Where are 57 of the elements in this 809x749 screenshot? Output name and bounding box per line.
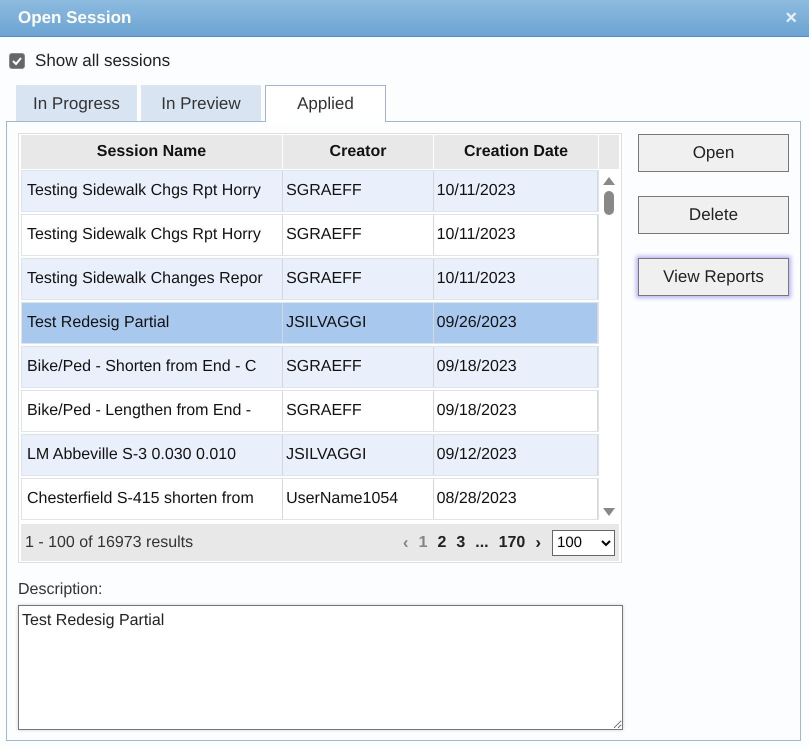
table-cell: LM Abbeville S-3 0.030 0.010 — [22, 435, 284, 475]
table-cell: 10/11/2023 — [434, 171, 598, 211]
results-summary: 1 - 100 of 16973 results — [25, 534, 194, 552]
session-row[interactable]: LM Abbeville S-3 0.030 0.010 JSILVAGGI 09/12/2023 — [21, 434, 599, 476]
table-cell: UserName1054 — [283, 479, 434, 519]
table-cell: JSILVAGGI — [283, 303, 434, 343]
table-cell: 08/28/2023 — [434, 479, 598, 519]
action-button[interactable]: Open — [638, 134, 789, 172]
table-cell: Testing Sidewalk Chgs Rpt Horry — [22, 171, 284, 211]
table-cell: SGRAEFF — [283, 215, 434, 255]
scroll-up-icon[interactable] — [603, 177, 615, 185]
scroll-down-icon[interactable] — [603, 508, 615, 516]
page-link[interactable]: 2 — [432, 534, 452, 552]
page-link[interactable]: 170 — [494, 534, 530, 552]
table-cell: SGRAEFF — [283, 391, 434, 431]
scrollbar-thumb[interactable] — [604, 191, 614, 215]
session-row[interactable]: Test Redesig Partial JSILVAGGI 09/26/2023 — [21, 302, 599, 344]
session-row[interactable]: Testing Sidewalk Changes Repor SGRAEFF 10/11/2023 — [21, 258, 599, 300]
column-header[interactable]: Creator — [283, 135, 434, 169]
table-cell: Testing Sidewalk Chgs Rpt Horry — [22, 215, 284, 255]
session-row[interactable]: Chesterfield S-415 shorten from UserName1054 08/28/2023 — [21, 478, 599, 520]
page-link[interactable]: 3 — [451, 534, 470, 552]
table-cell: 09/26/2023 — [434, 303, 598, 343]
table-cell: Chesterfield S-415 shorten from — [22, 479, 284, 519]
column-header[interactable]: Session Name — [21, 135, 283, 169]
next-page-button[interactable]: › — [530, 532, 546, 552]
session-row[interactable]: Bike/Ped - Shorten from End - C SGRAEFF 09/18/2023 — [21, 346, 599, 388]
show-all-checkbox[interactable] — [9, 53, 25, 69]
description-field[interactable]: Test Redesig Partial — [18, 605, 623, 730]
table-cell: 09/12/2023 — [434, 435, 598, 475]
table-cell: Bike/Ped - Shorten from End - C — [22, 347, 284, 387]
check-icon — [11, 55, 23, 67]
column-header[interactable]: Creation Date — [434, 135, 599, 169]
table-cell: 10/11/2023 — [434, 259, 598, 299]
action-button[interactable]: View Reports — [638, 258, 789, 296]
description-label: Description: — [18, 581, 104, 599]
tab[interactable]: In Progress — [16, 85, 137, 121]
table-cell: SGRAEFF — [283, 347, 434, 387]
action-button[interactable]: Delete — [638, 196, 789, 234]
page-link[interactable]: ... — [470, 534, 494, 552]
table-cell: 10/11/2023 — [434, 215, 598, 255]
table-cell: SGRAEFF — [283, 259, 434, 299]
tab[interactable]: Applied — [264, 85, 386, 122]
table-cell: Testing Sidewalk Changes Repor — [22, 259, 284, 299]
session-row[interactable]: Testing Sidewalk Chgs Rpt Horry SGRAEFF 10/11/2023 — [21, 214, 599, 256]
page-size-select[interactable]: 100 — [552, 530, 615, 556]
checkbox-label: Show all sessions — [35, 51, 170, 71]
tab[interactable]: In Preview — [140, 85, 261, 121]
table-cell: SGRAEFF — [283, 171, 434, 211]
session-row[interactable]: Bike/Ped - Lengthen from End - SGRAEFF 09/18/2023 — [21, 390, 599, 432]
window-title: Open Session — [18, 8, 132, 28]
session-row[interactable]: Testing Sidewalk Chgs Rpt Horry SGRAEFF 10/11/2023 — [21, 170, 599, 212]
table-cell: JSILVAGGI — [283, 435, 434, 475]
table-cell: Bike/Ped - Lengthen from End - — [22, 391, 284, 431]
table-cell: Test Redesig Partial — [22, 303, 284, 343]
table-cell: 09/18/2023 — [434, 391, 598, 431]
table-cell: 09/18/2023 — [434, 347, 598, 387]
